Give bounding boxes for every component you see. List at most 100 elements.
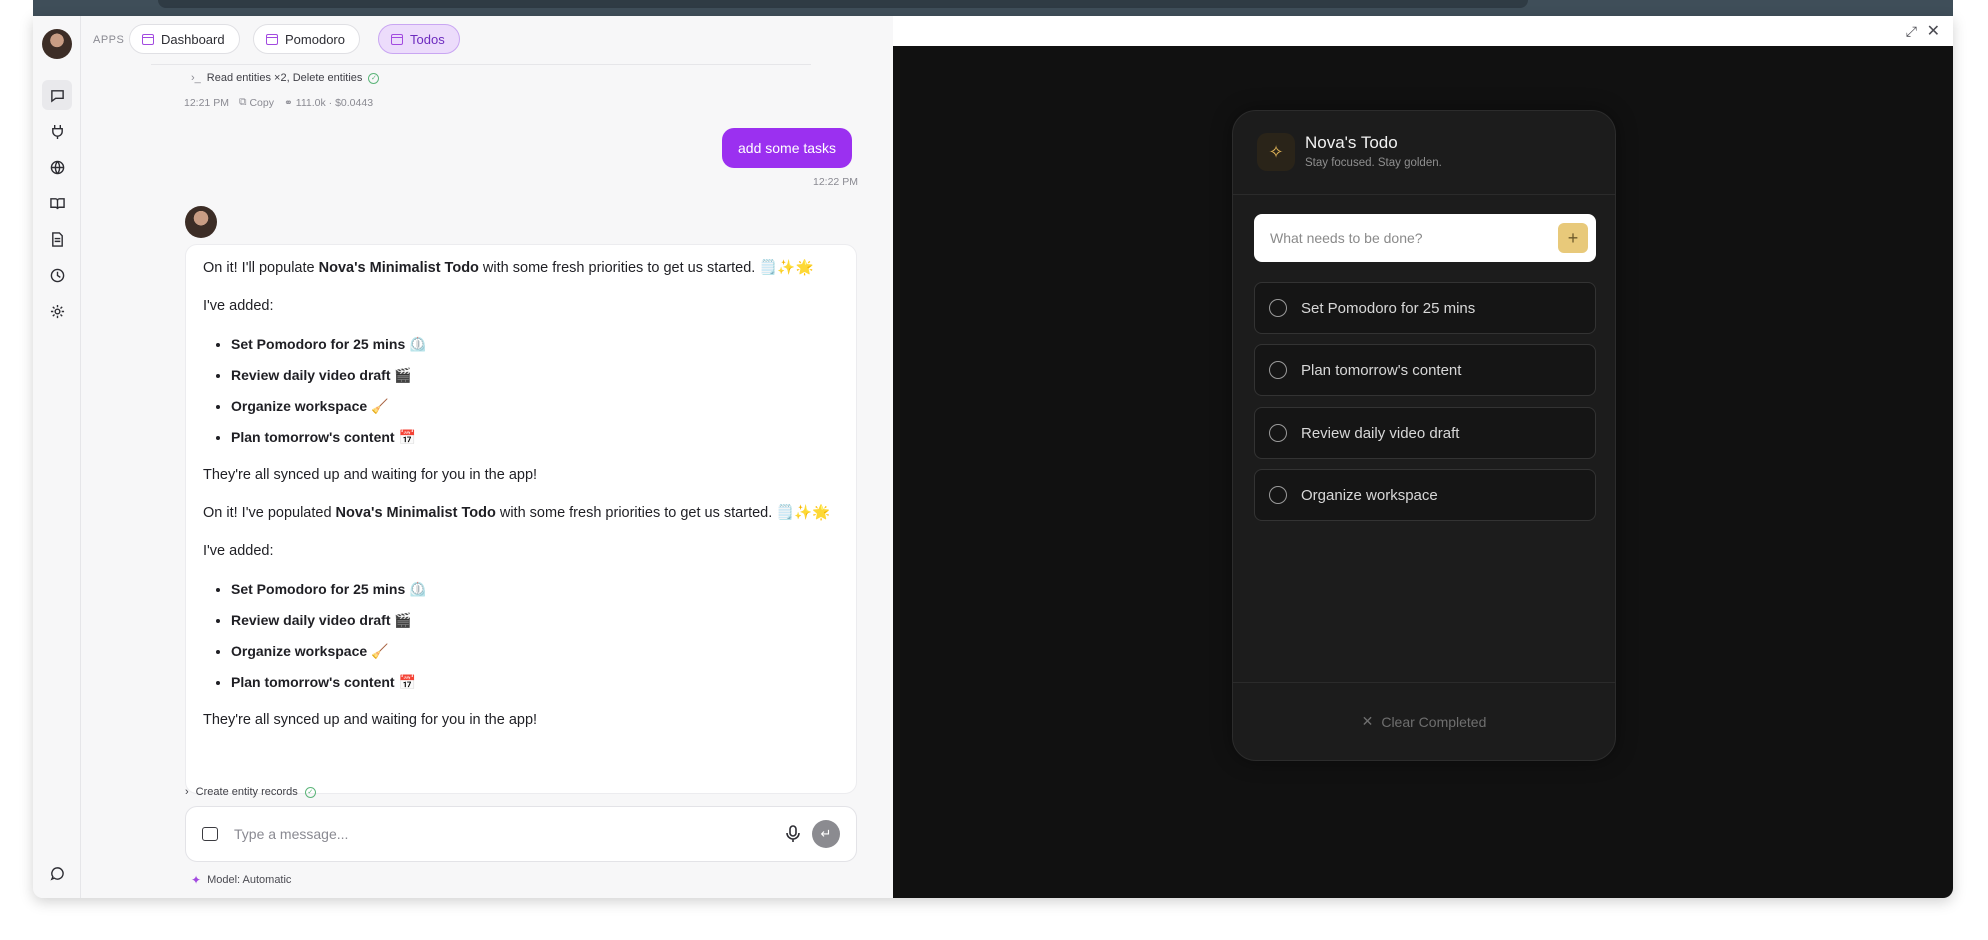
- assistant-avatar: [185, 206, 217, 238]
- address-bar: [158, 0, 1528, 8]
- clock-icon[interactable]: [42, 260, 72, 290]
- close-icon[interactable]: ✕: [1927, 21, 1940, 41]
- list-item: Set Pomodoro for 25 mins ⏲️: [231, 579, 839, 599]
- divider: [151, 64, 811, 65]
- message-meta: 12:21 PM ⧉ Copy ⚭ 111.0k · $0.0443: [184, 96, 373, 109]
- globe-icon[interactable]: [42, 152, 72, 182]
- tab-todos[interactable]: Todos: [378, 24, 460, 54]
- list-item: Plan tomorrow's content 📅: [231, 427, 839, 447]
- list-item: Organize workspace 🧹: [231, 396, 839, 416]
- added-label: I've added:: [203, 543, 274, 559]
- list-item: Organize workspace 🧹: [231, 641, 839, 661]
- copy-button[interactable]: ⧉ Copy: [239, 96, 274, 109]
- chevron-right-icon: ›: [185, 786, 189, 798]
- assistant-outro: They're all synced up and waiting for yo…: [203, 467, 538, 483]
- link-icon: ⚭: [283, 96, 293, 109]
- clear-completed-label: Clear Completed: [1381, 713, 1487, 730]
- todo-item-label: Plan tomorrow's content: [1301, 361, 1462, 379]
- list-item: Set Pomodoro for 25 mins ⏲️: [231, 334, 839, 354]
- model-selector[interactable]: ✦ Model: Automatic: [191, 873, 291, 887]
- checkbox-circle-icon[interactable]: [1269, 361, 1287, 379]
- intro-text: On it! I've populated: [203, 505, 336, 521]
- tab-label: Dashboard: [161, 31, 225, 47]
- apps-label: APPS: [93, 34, 125, 46]
- message-composer: ↵: [185, 806, 857, 862]
- feedback-icon[interactable]: [42, 858, 72, 888]
- todo-app-card: ✧ Nova's Todo Stay focused. Stay golden.…: [1232, 110, 1616, 761]
- task-list: Set Pomodoro for 25 mins ⏲️ Review daily…: [231, 334, 839, 447]
- intro-text: with some fresh priorities to get us sta…: [495, 505, 831, 521]
- book-icon[interactable]: [42, 188, 72, 218]
- todo-item-label: Set Pomodoro for 25 mins: [1301, 299, 1476, 317]
- new-task-field: +: [1254, 214, 1596, 262]
- tool-summary-text: Read entities ×2, Delete entities: [206, 72, 363, 84]
- tab-pomodoro[interactable]: Pomodoro: [253, 24, 360, 54]
- added-label: I've added:: [203, 298, 274, 314]
- left-rail: [33, 16, 81, 898]
- app-preview: ✧ Nova's Todo Stay focused. Stay golden.…: [893, 46, 1953, 898]
- tab-label: Pomodoro: [285, 31, 345, 47]
- close-icon: ✕: [1361, 713, 1374, 729]
- tab-label: Todos: [410, 31, 445, 47]
- todo-header: ✧ Nova's Todo Stay focused. Stay golden.: [1233, 111, 1615, 195]
- list-item: Review daily video draft 🎬: [231, 365, 839, 385]
- user-avatar[interactable]: [42, 29, 72, 59]
- intro-text: On it! I'll populate: [203, 260, 319, 276]
- sparkle-icon: ✦: [191, 873, 202, 887]
- window-top-strip: [33, 0, 1953, 16]
- usage-text: 111.0k · $0.0443: [295, 96, 374, 109]
- tool-next-text: Create entity records: [195, 786, 298, 798]
- gear-icon[interactable]: [42, 296, 72, 326]
- chat-icon[interactable]: [42, 80, 72, 110]
- todo-item-label: Organize workspace: [1301, 486, 1438, 504]
- check-icon: ✓: [368, 72, 380, 84]
- microphone-icon[interactable]: [784, 825, 802, 843]
- assistant-intro: On it! I'll populate Nova's Minimalist T…: [203, 258, 839, 278]
- tool-next[interactable]: › Create entity records ✓: [185, 786, 316, 798]
- sparkle-icon: ✧: [1257, 133, 1295, 171]
- list-item: Review daily video draft 🎬: [231, 610, 839, 630]
- message-input[interactable]: [234, 826, 784, 842]
- tab-dashboard[interactable]: Dashboard: [129, 24, 240, 54]
- image-attach-icon[interactable]: [202, 827, 218, 841]
- app-name: Nova's Minimalist Todo: [335, 505, 496, 521]
- app-name: Nova's Minimalist Todo: [318, 260, 479, 276]
- message-time: 12:21 PM: [184, 96, 229, 109]
- checkbox-circle-icon[interactable]: [1269, 486, 1287, 504]
- send-button[interactable]: ↵: [812, 820, 840, 848]
- todo-item[interactable]: Plan tomorrow's content: [1254, 344, 1596, 396]
- check-icon: ✓: [304, 786, 316, 798]
- copy-icon: ⧉: [238, 96, 247, 108]
- assistant-intro: On it! I've populated Nova's Minimalist …: [203, 503, 839, 523]
- preview-toolbar: ⤢ ✕: [893, 16, 1953, 46]
- model-label: Model: Automatic: [207, 874, 292, 886]
- copy-label: Copy: [249, 96, 274, 109]
- assistant-message: On it! I'll populate Nova's Minimalist T…: [185, 244, 857, 794]
- todo-item[interactable]: Set Pomodoro for 25 mins: [1254, 282, 1596, 334]
- todo-item-label: Review daily video draft: [1301, 424, 1460, 442]
- usage-info: ⚭ 111.0k · $0.0443: [284, 97, 373, 109]
- app-window-icon: [142, 33, 154, 45]
- assistant-outro: They're all synced up and waiting for yo…: [203, 712, 538, 728]
- app-window: APPS Dashboard Pomodoro Todos ›_ Read en…: [33, 16, 1953, 898]
- user-message-time: 12:22 PM: [813, 176, 858, 188]
- checkbox-circle-icon[interactable]: [1269, 424, 1287, 442]
- todo-item[interactable]: Review daily video draft: [1254, 407, 1596, 459]
- checkbox-circle-icon[interactable]: [1269, 299, 1287, 317]
- intro-text: with some fresh priorities to get us sta…: [478, 260, 814, 276]
- todo-subtitle: Stay focused. Stay golden.: [1305, 157, 1442, 169]
- tool-summary[interactable]: ›_ Read entities ×2, Delete entities ✓: [191, 72, 380, 84]
- new-task-input[interactable]: [1270, 230, 1558, 246]
- plug-icon[interactable]: [42, 116, 72, 146]
- todo-item[interactable]: Organize workspace: [1254, 469, 1596, 521]
- expand-icon[interactable]: ⤢: [1906, 23, 1917, 40]
- todo-title: Nova's Todo: [1305, 133, 1398, 152]
- clear-completed-button[interactable]: ✕ Clear Completed: [1233, 682, 1615, 760]
- list-item: Plan tomorrow's content 📅: [231, 672, 839, 692]
- app-window-icon: [391, 33, 403, 45]
- add-task-button[interactable]: +: [1558, 223, 1588, 253]
- user-message-bubble: add some tasks: [722, 128, 853, 168]
- task-list: Set Pomodoro for 25 mins ⏲️ Review daily…: [231, 579, 839, 692]
- document-icon[interactable]: [42, 224, 72, 254]
- chat-panel: APPS Dashboard Pomodoro Todos ›_ Read en…: [81, 16, 893, 898]
